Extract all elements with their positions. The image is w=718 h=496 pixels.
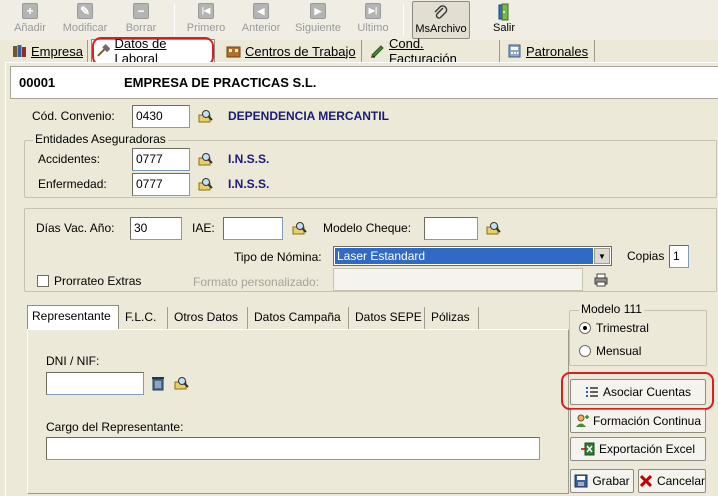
modelo111-legend: Modelo 111 — [579, 302, 644, 316]
iae-label: IAE: — [192, 221, 215, 235]
modify-button[interactable]: ✎ Modificar — [60, 1, 110, 39]
search-icon[interactable] — [486, 220, 502, 236]
cargo-label: Cargo del Representante: — [46, 420, 184, 434]
dni-field[interactable] — [46, 372, 144, 395]
tab-representante[interactable]: Representante — [27, 305, 119, 329]
dias-vac-label: Días Vac. Año: — [36, 221, 115, 235]
pencil-icon: ✎ — [77, 3, 93, 19]
exportacion-excel-button[interactable]: Exportación Excel — [570, 437, 706, 461]
next-icon: ▶ — [310, 3, 326, 19]
first-icon: |◀ — [198, 3, 214, 19]
cargo-field[interactable] — [46, 437, 540, 460]
last-record-button[interactable]: ▶| Ultimo — [355, 1, 391, 39]
msarchivo-button[interactable]: MsArchivo — [412, 1, 470, 39]
convenio-description: DEPENDENCIA MERCANTIL — [228, 109, 389, 123]
building-icon — [226, 46, 241, 58]
tab-cond-facturacion[interactable]: Cond. Facturación — [366, 36, 500, 66]
search-icon[interactable] — [198, 108, 214, 124]
company-header: 00001 EMPRESA DE PRACTICAS S.L. — [10, 66, 718, 99]
first-record-button[interactable]: |◀ Primero — [184, 1, 228, 39]
search-icon[interactable] — [292, 220, 308, 236]
enfermedad-label: Enfermedad: — [38, 177, 107, 191]
last-icon: ▶| — [365, 3, 381, 19]
prorrateo-label: Prorrateo Extras — [54, 274, 142, 288]
enfermedad-field[interactable]: 0777 — [132, 173, 190, 196]
close-icon — [639, 474, 653, 488]
search-icon[interactable] — [198, 151, 214, 167]
user-add-icon — [575, 414, 589, 427]
datos-laboral-panel: 00001 EMPRESA DE PRACTICAS S.L. Cód. Con… — [5, 62, 718, 496]
grabar-button[interactable]: Grabar — [570, 469, 634, 493]
tab-polizas[interactable]: Pólizas — [427, 307, 479, 329]
add-button[interactable]: + Añadir — [10, 1, 50, 39]
tab-datos-laboral[interactable]: Datos de Laboral — [91, 36, 215, 66]
toolbar-separator — [174, 4, 175, 36]
minus-icon: − — [133, 3, 149, 19]
copias-label: Copias — [627, 249, 665, 263]
delete-button[interactable]: − Borrar — [122, 1, 160, 39]
tab-datos-campana[interactable]: Datos Campaña — [250, 307, 349, 329]
formato-label: Formato personalizado: — [193, 275, 320, 289]
tipo-nomina-value: Laser Estandard — [335, 248, 593, 264]
signature-icon — [370, 45, 384, 58]
toolbar: + Añadir ✎ Modificar − Borrar |◀ Primero… — [0, 0, 718, 40]
tab-empresa[interactable]: Empresa — [8, 40, 88, 62]
representante-panel: DNI / NIF: Cargo del Representante: — [27, 329, 569, 494]
formacion-continua-button[interactable]: Formación Continua — [570, 409, 706, 433]
excel-icon — [580, 442, 595, 456]
books-icon — [12, 45, 26, 57]
mensual-label: Mensual — [596, 344, 642, 358]
tab-flc[interactable]: F.L.C. — [121, 307, 168, 329]
modelo-cheque-label: Modelo Cheque: — [323, 221, 412, 235]
copias-field[interactable]: 1 — [669, 245, 689, 268]
main-tabs: Empresa Datos de Laboral Centros de Trab… — [0, 36, 718, 66]
floppy-disk-icon — [574, 474, 588, 488]
accidentes-field[interactable]: 0777 — [132, 148, 190, 171]
accidentes-description: I.N.S.S. — [228, 152, 270, 166]
iae-field[interactable] — [223, 217, 283, 240]
printer-icon[interactable] — [593, 272, 609, 288]
dias-vac-field[interactable]: 30 — [130, 217, 182, 240]
tab-centros-trabajo[interactable]: Centros de Trabajo — [222, 40, 362, 62]
toolbar-separator — [403, 4, 404, 36]
plus-icon: + — [22, 3, 38, 19]
formato-field[interactable] — [333, 268, 583, 291]
calculator-icon — [508, 44, 521, 58]
company-name: EMPRESA DE PRACTICAS S.L. — [124, 75, 317, 90]
cancelar-button[interactable]: Cancelar — [638, 469, 706, 493]
mensual-radio[interactable] — [579, 345, 591, 357]
chevron-down-icon[interactable]: ▼ — [594, 248, 610, 264]
trash-icon[interactable] — [150, 375, 166, 391]
prorrateo-checkbox[interactable] — [37, 275, 49, 287]
tab-otros-datos[interactable]: Otros Datos — [170, 307, 248, 329]
accidentes-label: Accidentes: — [38, 152, 101, 166]
list-icon — [585, 387, 598, 397]
dni-label: DNI / NIF: — [46, 354, 100, 368]
tab-datos-sepe[interactable]: Datos SEPE — [351, 307, 425, 329]
modelo-cheque-field[interactable] — [424, 217, 478, 240]
hammer-icon — [97, 44, 111, 57]
tipo-nomina-label: Tipo de Nómina: — [234, 250, 322, 264]
trimestral-radio[interactable] — [579, 322, 591, 334]
enfermedad-description: I.N.S.S. — [228, 177, 270, 191]
paperclip-icon — [434, 5, 448, 19]
next-record-button[interactable]: ▶ Siguiente — [293, 1, 343, 39]
exit-button[interactable]: Salir — [488, 1, 520, 39]
search-icon[interactable] — [198, 176, 214, 192]
asociar-cuentas-button[interactable]: Asociar Cuentas — [570, 379, 706, 405]
previous-record-button[interactable]: ◀ Anterior — [238, 1, 284, 39]
convenio-field[interactable]: 0430 — [132, 105, 190, 128]
tipo-nomina-select[interactable]: Laser Estandard ▼ — [333, 246, 612, 266]
search-icon[interactable] — [174, 375, 190, 391]
company-code: 00001 — [19, 75, 56, 90]
entidades-group — [24, 140, 717, 198]
entidades-legend: Entidades Aseguradoras — [33, 132, 168, 146]
tab-patronales[interactable]: Patronales — [503, 40, 595, 62]
convenio-label: Cód. Convenio: — [32, 109, 115, 123]
previous-icon: ◀ — [253, 3, 269, 19]
exit-door-icon — [498, 3, 509, 21]
trimestral-label: Trimestral — [596, 321, 649, 335]
